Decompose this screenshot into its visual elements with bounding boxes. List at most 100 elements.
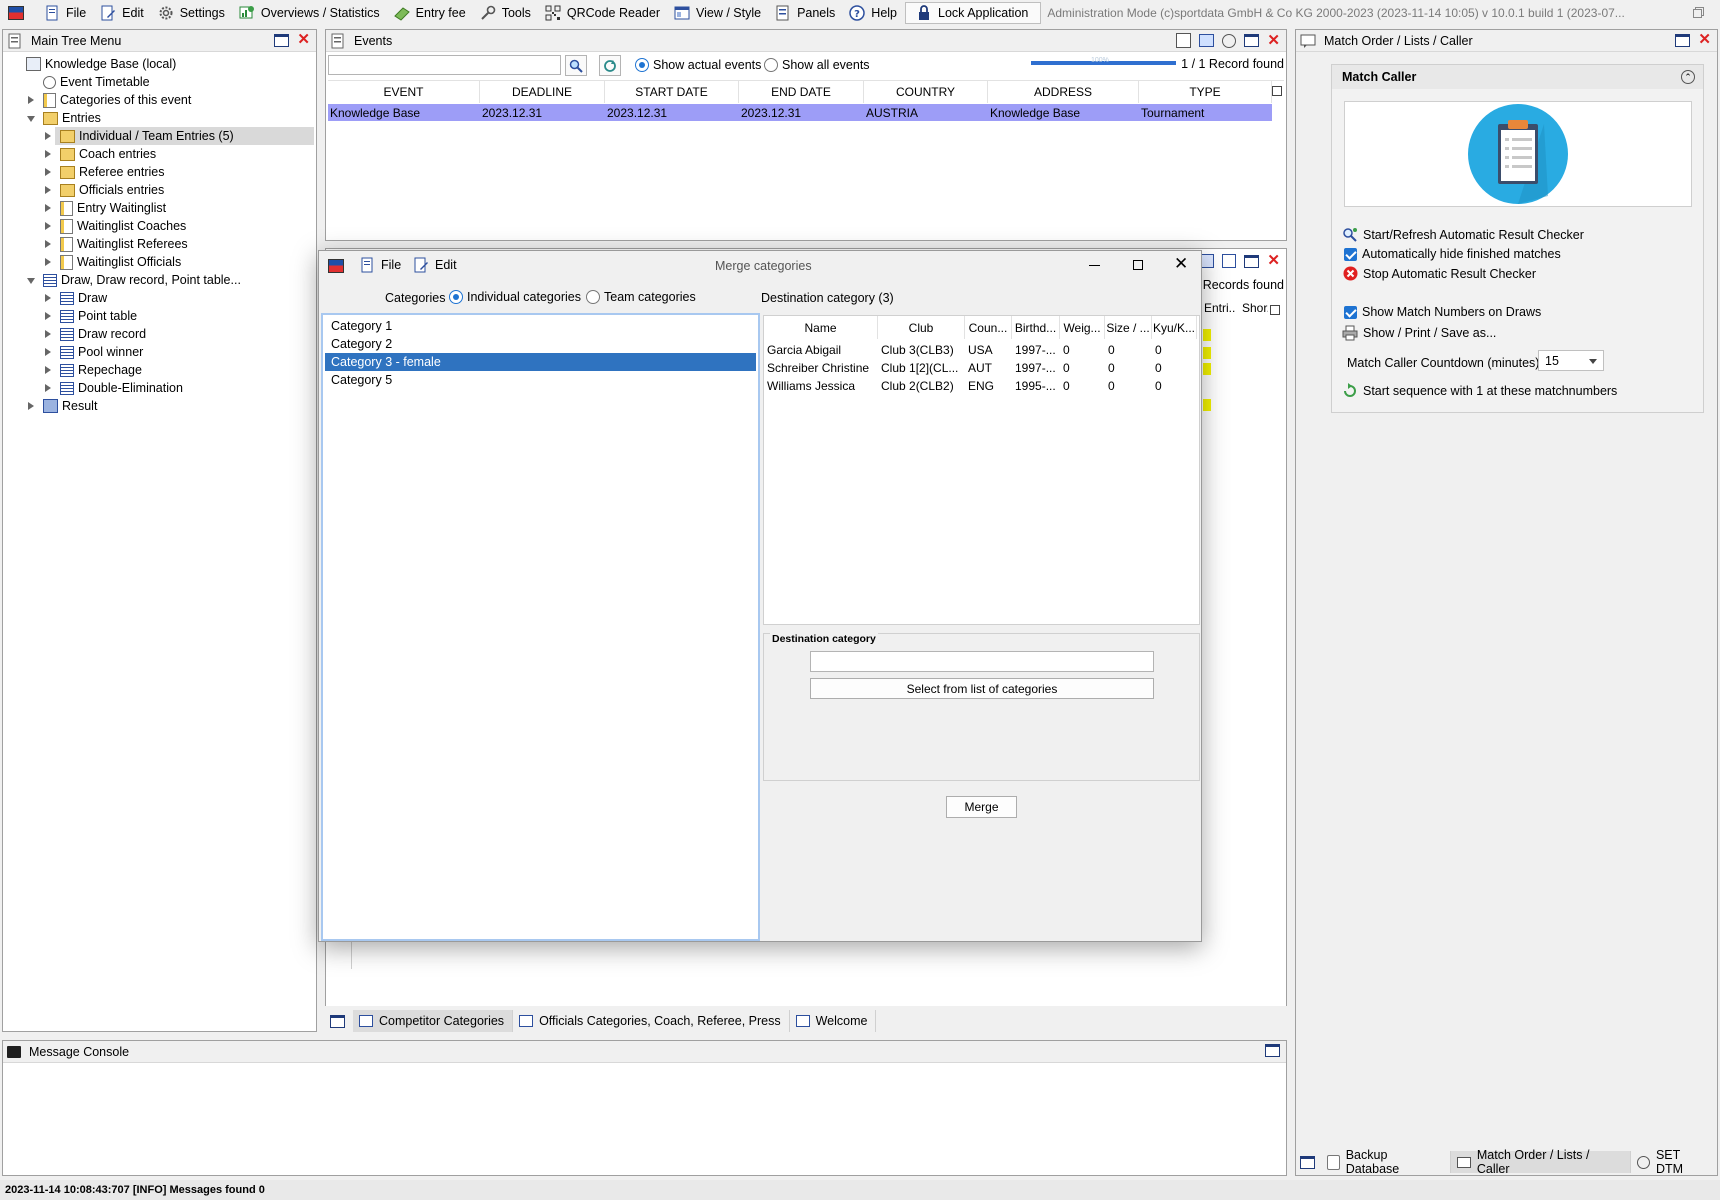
dialog-close-button[interactable]: ✕: [1174, 254, 1188, 274]
menu-tools[interactable]: Tools: [474, 0, 539, 26]
panel-action-icon[interactable]: [1200, 254, 1215, 268]
expand-arrow-right-icon[interactable]: [45, 312, 51, 320]
maximize-button[interactable]: [1133, 260, 1143, 270]
tree-item-referee-entries[interactable]: Referee entries: [60, 163, 164, 181]
search-button[interactable]: [565, 55, 587, 76]
start-sequence-action[interactable]: Start sequence with 1 at these matchnumb…: [1342, 383, 1617, 399]
entries-column-header[interactable]: Name: [764, 316, 878, 339]
close-icon[interactable]: ✕: [297, 32, 310, 47]
tree-item-pool-winner[interactable]: Pool winner: [60, 343, 143, 361]
tree-item-draw-record[interactable]: Draw record: [60, 325, 146, 343]
tree-item-coach-entries[interactable]: Coach entries: [60, 145, 156, 163]
expand-arrow-right-icon[interactable]: [28, 96, 34, 104]
tree-item-waitinglist-referees[interactable]: Waitinglist Referees: [60, 235, 188, 253]
expand-arrow-right-icon[interactable]: [45, 204, 51, 212]
entries-column-header[interactable]: Birthd...: [1012, 316, 1060, 339]
tab-set-dtm[interactable]: SET DTM: [1631, 1148, 1717, 1176]
tree-item-event-timetable[interactable]: Event Timetable: [43, 73, 150, 91]
tree-item-double-elimination[interactable]: Double-Elimination: [60, 379, 183, 397]
collapse-section-button[interactable]: ⌃: [1681, 70, 1695, 84]
expand-arrow-right-icon[interactable]: [45, 330, 51, 338]
tree-item-waitinglist-coaches[interactable]: Waitinglist Coaches: [60, 217, 186, 235]
entries-column-header[interactable]: Weig...: [1060, 316, 1105, 339]
category-list-item[interactable]: Category 2: [325, 335, 756, 353]
tree-item-knowledge-base[interactable]: Knowledge Base (local): [26, 55, 176, 73]
show-actual-events-radio[interactable]: Show actual events: [635, 57, 761, 73]
lock-application-button[interactable]: Lock Application: [905, 2, 1042, 24]
stop-result-checker-action[interactable]: Stop Automatic Result Checker: [1343, 266, 1536, 281]
edit-event-icon[interactable]: [1176, 33, 1192, 48]
individual-categories-radio[interactable]: Individual categories: [449, 290, 581, 304]
tree-item-entries[interactable]: Entries: [43, 109, 101, 127]
events-column-header[interactable]: TYPE: [1139, 81, 1272, 103]
tree-item-waitinglist-officials[interactable]: Waitinglist Officials: [60, 253, 181, 271]
events-column-header[interactable]: START DATE: [605, 81, 739, 103]
close-icon[interactable]: ✕: [1267, 33, 1280, 48]
column-chooser-icon[interactable]: [1270, 305, 1280, 315]
event-search-input[interactable]: [328, 55, 561, 75]
maximize-icon[interactable]: [1244, 34, 1260, 47]
tree-item-point-table[interactable]: Point table: [60, 307, 137, 325]
show-match-numbers-checkbox[interactable]: Show Match Numbers on Draws: [1344, 305, 1541, 319]
entries-column-header[interactable]: Club: [878, 316, 965, 339]
tree-item-repechage[interactable]: Repechage: [60, 361, 142, 379]
category-list-item[interactable]: Category 3 - female: [325, 353, 756, 371]
maximize-icon[interactable]: [1265, 1044, 1280, 1057]
maximize-icon[interactable]: [1244, 254, 1260, 268]
open-folder-icon[interactable]: [1199, 34, 1215, 47]
tree-item-entry-waitinglist[interactable]: Entry Waitinglist: [60, 199, 166, 217]
menu-qrcode-reader[interactable]: QRCode Reader: [539, 0, 668, 26]
show-all-events-radio[interactable]: Show all events: [764, 57, 870, 73]
auto-hide-finished-checkbox[interactable]: Automatically hide finished matches: [1344, 247, 1561, 261]
expand-arrow-right-icon[interactable]: [45, 366, 51, 374]
tree-item-draw-section[interactable]: Draw, Draw record, Point table...: [43, 271, 241, 289]
select-from-list-button[interactable]: Select from list of categories: [810, 678, 1154, 699]
menu-help[interactable]: ? Help: [843, 0, 905, 26]
tree-item-individual-team-entries[interactable]: Individual / Team Entries (5): [55, 127, 314, 145]
maximize-icon[interactable]: [1300, 1155, 1315, 1169]
maximize-icon[interactable]: [274, 33, 290, 47]
menu-file[interactable]: File: [38, 0, 94, 26]
expand-arrow-right-icon[interactable]: [45, 150, 51, 158]
menu-panels[interactable]: Panels: [769, 0, 843, 26]
expand-arrow-right-icon[interactable]: [45, 384, 51, 392]
category-list-item[interactable]: Category 1: [325, 317, 756, 335]
expand-arrow-down-icon[interactable]: [27, 278, 35, 284]
menu-settings[interactable]: Settings: [152, 0, 233, 26]
column-chooser-icon[interactable]: [1272, 86, 1282, 96]
menu-overviews[interactable]: Overviews / Statistics: [233, 0, 388, 26]
menu-entry-fee[interactable]: Entry fee: [388, 0, 474, 26]
expand-arrow-right-icon[interactable]: [45, 240, 51, 248]
dialog-menu-edit[interactable]: Edit: [413, 257, 457, 273]
category-list-item[interactable]: Category 5: [325, 371, 756, 389]
maximize-icon[interactable]: [330, 1014, 345, 1028]
tree-item-officials-entries[interactable]: Officials entries: [60, 181, 164, 199]
expand-arrow-right-icon[interactable]: [45, 258, 51, 266]
tab-welcome[interactable]: Welcome: [790, 1010, 877, 1032]
entries-column-header[interactable]: Kyu/K...: [1152, 316, 1197, 339]
restore-window-button[interactable]: [1640, 0, 1720, 26]
tab-competitor-categories[interactable]: Competitor Categories: [353, 1010, 514, 1032]
entries-column-header[interactable]: Size / ...: [1105, 316, 1152, 339]
maximize-icon[interactable]: [1675, 33, 1691, 47]
countdown-select[interactable]: 15: [1538, 350, 1604, 371]
expand-arrow-right-icon[interactable]: [45, 294, 51, 302]
expand-arrow-right-icon[interactable]: [45, 132, 51, 140]
expand-arrow-right-icon[interactable]: [28, 402, 34, 410]
expand-arrow-right-icon[interactable]: [45, 222, 51, 230]
merge-button[interactable]: Merge: [946, 796, 1017, 818]
team-categories-radio[interactable]: Team categories: [586, 290, 696, 304]
menu-view-style[interactable]: View / Style: [668, 0, 769, 26]
events-column-header[interactable]: ADDRESS: [988, 81, 1139, 103]
category-list[interactable]: Category 1 Category 2 Category 3 - female C…: [321, 313, 760, 941]
destination-category-input[interactable]: [810, 651, 1154, 672]
expand-arrow-right-icon[interactable]: [45, 348, 51, 356]
tab-backup-database[interactable]: Backup Database: [1321, 1148, 1451, 1176]
list-view-icon[interactable]: [1222, 254, 1237, 268]
tree-item-categories[interactable]: Categories of this event: [43, 91, 191, 109]
menu-edit[interactable]: Edit: [94, 0, 152, 26]
events-column-header[interactable]: END DATE: [739, 81, 864, 103]
start-result-checker-action[interactable]: Start/Refresh Automatic Result Checker: [1342, 227, 1584, 243]
expand-arrow-down-icon[interactable]: [27, 116, 35, 122]
entries-column-header[interactable]: Coun...: [965, 316, 1012, 339]
